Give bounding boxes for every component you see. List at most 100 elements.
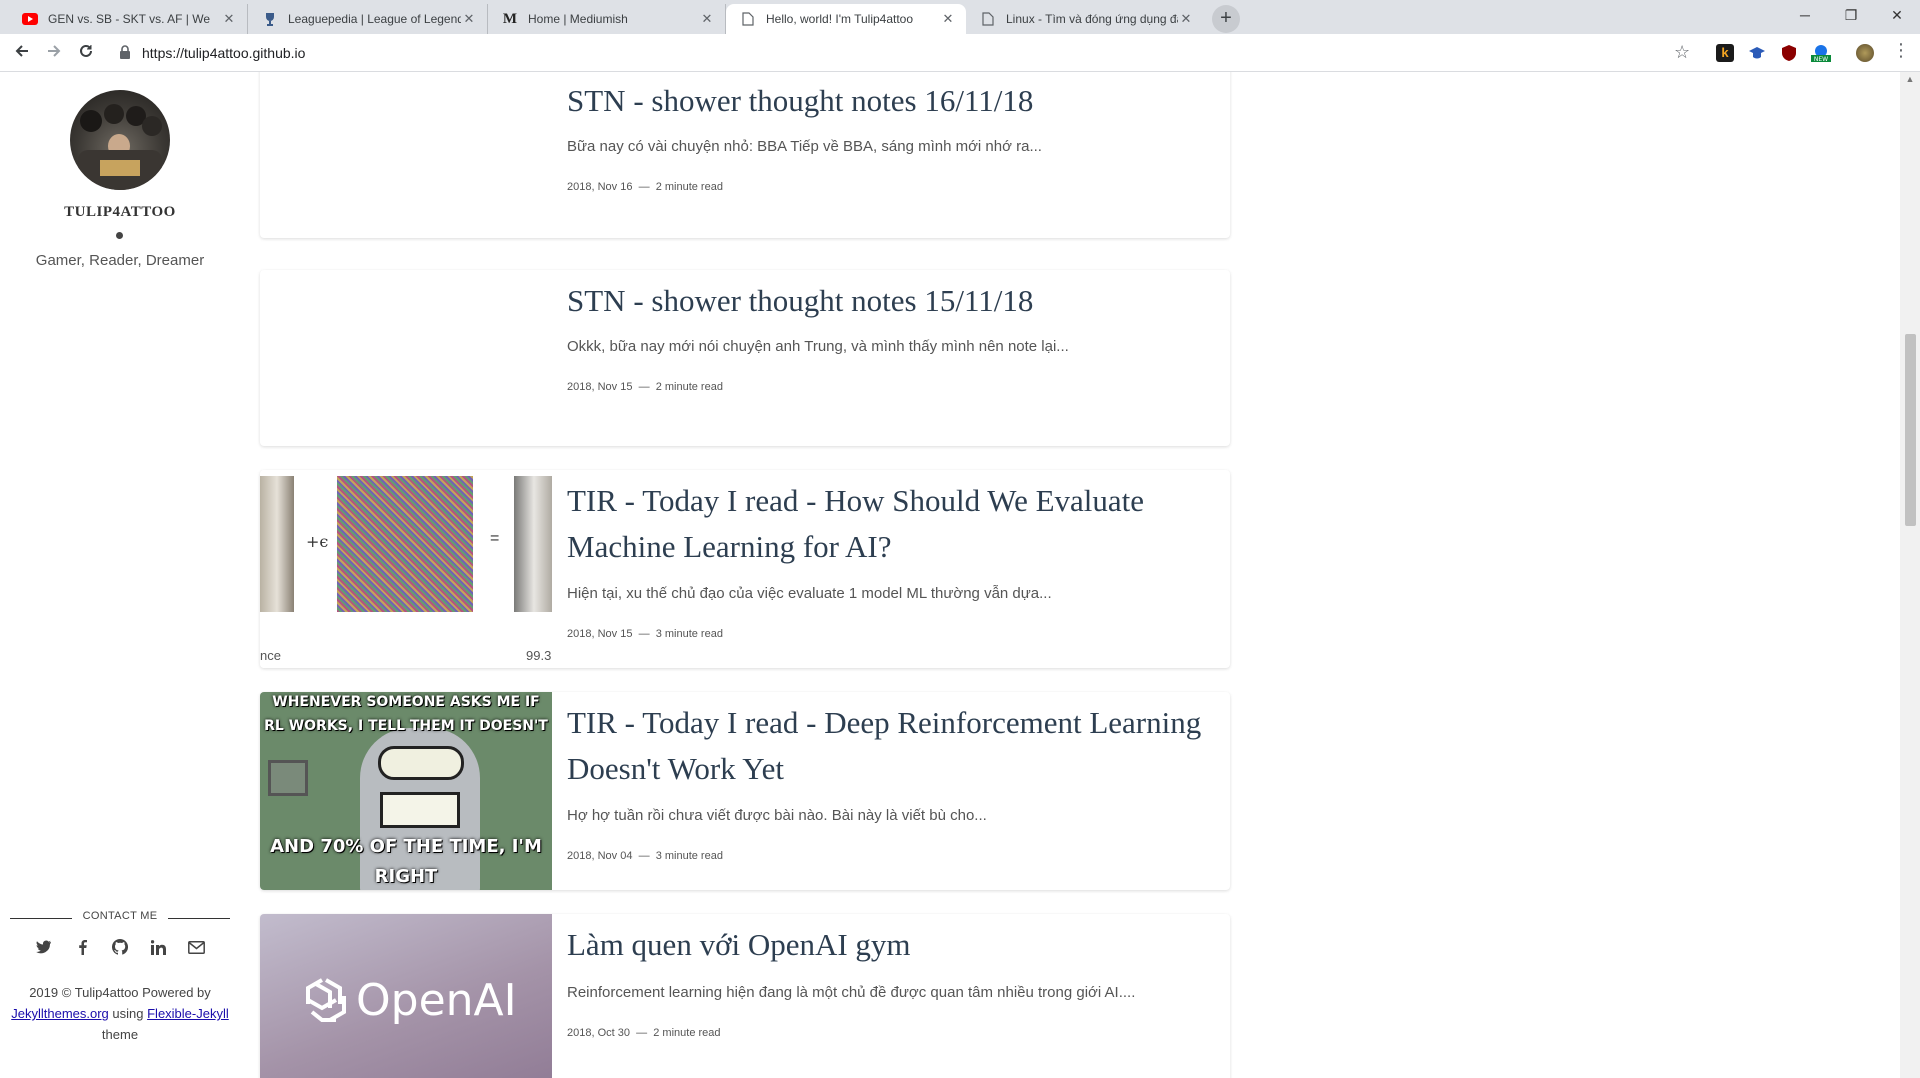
post-card[interactable]: OpenAI Làm quen với OpenAI gym Reinforce… — [260, 914, 1230, 1078]
read-time: 2 minute read — [655, 181, 723, 193]
post-date: 2018, Nov 15 — [567, 628, 633, 640]
openai-wordmark: OpenAI — [356, 974, 517, 1026]
read-time: 3 minute read — [655, 628, 723, 640]
post-thumbnail[interactable]: +ϵ = nce 99.3 — [260, 470, 552, 668]
close-tab-icon[interactable]: ✕ — [940, 11, 956, 27]
profile-avatar-icon[interactable] — [1856, 44, 1874, 62]
footer-suffix: theme — [101, 1027, 139, 1042]
flexible-jekyll-link[interactable]: Flexible-Jekyll — [147, 1006, 229, 1021]
page-icon — [980, 11, 996, 27]
post-meta: 2018, Nov 15 — 2 minute read — [567, 381, 723, 393]
close-tab-icon[interactable]: ✕ — [221, 11, 237, 27]
post-thumbnail[interactable]: OpenAI — [260, 914, 552, 1078]
post-card[interactable]: WHENEVER SOMEONE ASKS ME IF RL WORKS, I … — [260, 692, 1230, 890]
noise-image — [337, 476, 473, 612]
bookmark-star-icon[interactable]: ☆ — [1674, 42, 1690, 63]
footer-prefix: 2019 © Tulip4attoo Powered by — [29, 985, 211, 1000]
browser-tab[interactable]: Leaguepedia | League of Legends ✕ — [248, 4, 488, 34]
post-card[interactable]: STN - shower thought notes 15/11/18 Okkk… — [260, 270, 1230, 446]
post-title[interactable]: TIR - Today I read - Deep Reinforcement … — [567, 700, 1207, 792]
post-title[interactable]: Làm quen với OpenAI gym — [567, 922, 1207, 968]
meme-top-line-2: RL WORKS, I TELL THEM IT DOESN'T — [264, 718, 548, 734]
post-excerpt: Bữa nay có vài chuyện nhỏ: BBA Tiếp về B… — [567, 138, 1042, 155]
trophy-icon — [262, 11, 278, 27]
footer-credits: 2019 © Tulip4attoo Powered by Jekyllthem… — [10, 982, 230, 1045]
post-title[interactable]: STN - shower thought notes 15/11/18 — [567, 278, 1207, 324]
avatar — [70, 90, 170, 190]
browser-tab[interactable]: M Home | Mediumish ✕ — [488, 4, 726, 34]
scroll-up-arrow-icon[interactable]: ▲ — [1900, 74, 1920, 84]
url-text: https://tulip4attoo.github.io — [142, 45, 306, 61]
tagline: Gamer, Reader, Dreamer — [35, 252, 205, 269]
linkedin-icon[interactable] — [149, 938, 167, 956]
read-time: 3 minute read — [655, 850, 723, 862]
tab-title: Hello, world! I'm Tulip4attoo — [766, 12, 914, 26]
extension-shield-icon[interactable] — [1780, 44, 1798, 62]
lock-icon — [120, 45, 130, 59]
youtube-icon — [22, 11, 38, 27]
reload-button[interactable] — [72, 39, 100, 67]
extension-k-icon[interactable]: k — [1716, 44, 1734, 62]
browser-tab-active[interactable]: Hello, world! I'm Tulip4attoo ✕ — [726, 4, 966, 34]
post-date: 2018, Nov 15 — [567, 381, 633, 393]
meta-separator: — — [638, 181, 650, 193]
meme-bottom-line-1: AND 70% OF THE TIME, I'M — [270, 836, 542, 857]
post-card[interactable]: STN - shower thought notes 16/11/18 Bữa … — [260, 72, 1230, 238]
equals-label: = — [490, 530, 500, 547]
extension-cap-icon[interactable] — [1748, 44, 1766, 62]
address-bar[interactable]: https://tulip4attoo.github.io — [110, 38, 1700, 68]
post-date: 2018, Oct 30 — [567, 1027, 630, 1039]
extension-new-icon[interactable]: NEW — [1810, 44, 1832, 63]
post-excerpt: Hiện tại, xu thế chủ đạo của việc evalua… — [567, 585, 1052, 602]
meta-separator: — — [638, 628, 650, 640]
post-excerpt: Hợ hợ tuần rồi chưa viết được bài nào. B… — [567, 807, 987, 824]
site-name[interactable]: TULIP4ATTOO — [0, 204, 240, 221]
post-thumbnail[interactable]: WHENEVER SOMEONE ASKS ME IF RL WORKS, I … — [260, 692, 552, 890]
page-viewport: TULIP4ATTOO Gamer, Reader, Dreamer CONTA… — [0, 72, 1900, 1078]
openai-logo: OpenAI — [300, 974, 517, 1026]
menu-kebab-icon[interactable]: ⋮ — [1892, 40, 1910, 61]
scrollbar-thumb[interactable] — [1905, 334, 1916, 526]
post-card[interactable]: +ϵ = nce 99.3 TIR - Today I read - How S… — [260, 470, 1230, 668]
post-title[interactable]: TIR - Today I read - How Should We Evalu… — [567, 478, 1207, 570]
openai-knot-icon — [306, 978, 346, 1022]
post-meta: 2018, Nov 04 — 3 minute read — [567, 850, 723, 862]
close-window-button[interactable]: ✕ — [1874, 0, 1920, 34]
browser-tab[interactable]: Linux - Tìm và đóng ứng dụng đa ✕ — [966, 4, 1204, 34]
arrow-right-icon — [48, 45, 61, 57]
read-time: 2 minute read — [655, 381, 723, 393]
twitter-icon[interactable] — [35, 938, 53, 956]
meta-separator: — — [638, 381, 650, 393]
meme-top-text: WHENEVER SOMEONE ASKS ME IF RL WORKS, I … — [260, 692, 552, 738]
reload-icon — [80, 44, 92, 57]
sidebar: TULIP4ATTOO Gamer, Reader, Dreamer CONTA… — [0, 72, 240, 1078]
meta-separator: — — [636, 1027, 648, 1039]
read-time: 2 minute read — [653, 1027, 721, 1039]
meta-separator: — — [638, 850, 650, 862]
divider-line — [168, 918, 230, 919]
email-icon[interactable] — [187, 938, 205, 956]
post-meta: 2018, Oct 30 — 2 minute read — [567, 1027, 721, 1039]
post-title[interactable]: STN - shower thought notes 16/11/18 — [567, 78, 1207, 124]
thumb-caption-left: nce — [260, 648, 281, 663]
tab-title: Leaguepedia | League of Legends — [288, 12, 461, 26]
browser-tab[interactable]: GEN vs. SB - SKT vs. AF | We ✕ — [8, 4, 248, 34]
forward-button[interactable] — [40, 39, 68, 67]
page-scrollbar[interactable]: ▲ — [1900, 72, 1920, 1078]
back-button[interactable] — [8, 39, 36, 67]
tab-title: GEN vs. SB - SKT vs. AF | We — [48, 12, 211, 26]
meme-bottom-line-2: RIGHT — [374, 866, 438, 887]
restore-button[interactable]: ❐ — [1828, 0, 1874, 34]
minimize-button[interactable]: ─ — [1782, 0, 1828, 34]
close-tab-icon[interactable]: ✕ — [1178, 11, 1194, 27]
github-icon[interactable] — [111, 938, 129, 956]
browser-tab-strip: GEN vs. SB - SKT vs. AF | We ✕ Leagueped… — [0, 0, 1920, 34]
jekyllthemes-link[interactable]: Jekyllthemes.org — [11, 1006, 109, 1021]
close-tab-icon[interactable]: ✕ — [699, 11, 715, 27]
facebook-icon[interactable] — [73, 938, 91, 956]
new-tab-button[interactable]: + — [1212, 5, 1240, 33]
close-tab-icon[interactable]: ✕ — [461, 11, 477, 27]
tab-title: Linux - Tìm và đóng ứng dụng đa — [1006, 12, 1178, 26]
meme-top-line-1: WHENEVER SOMEONE ASKS ME IF — [272, 694, 540, 710]
post-excerpt: Okkk, bữa nay mới nói chuyện anh Trung, … — [567, 338, 1069, 355]
